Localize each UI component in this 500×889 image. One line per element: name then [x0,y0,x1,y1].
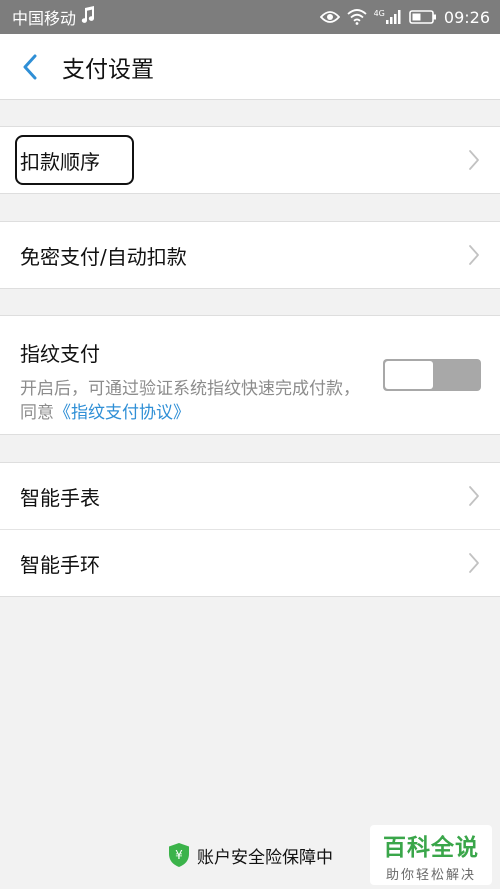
section-fingerprint: 指纹支付 开启后，可通过验证系统指纹快速完成付款，同意《指纹支付协议》 [0,315,500,435]
fingerprint-agreement-link[interactable]: 《指纹支付协议》 [54,403,190,423]
smart-watch-row[interactable]: 智能手表 [0,463,500,529]
chevron-right-icon [469,245,479,265]
music-note-icon [80,6,96,28]
back-arrow-icon [23,54,37,79]
deduction-order-row[interactable]: 扣款顺序 [0,127,500,193]
signal-icon: 4G [374,10,402,24]
watermark-subtitle: 助你轻松解决 [385,867,476,883]
chevron-right-icon [469,553,479,573]
page-title: 支付设置 [62,56,154,83]
section-wearables: 智能手表 智能手环 [0,462,500,597]
chevron-right-icon [469,486,479,506]
fingerprint-row: 指纹支付 开启后，可通过验证系统指纹快速完成付款，同意《指纹支付协议》 [0,316,500,434]
smart-band-label: 智能手环 [20,552,100,577]
eye-icon [319,10,340,24]
smart-watch-label: 智能手表 [20,485,100,510]
section-password-free: 免密支付/自动扣款 [0,221,500,289]
status-right: 4G 09:26 [319,7,490,27]
watermark-title: 百科全说 [383,834,479,861]
clock: 09:26 [443,7,490,27]
password-free-label: 免密支付/自动扣款 [20,244,187,269]
insurance-text: 账户安全险保障中 [197,847,333,868]
password-free-row[interactable]: 免密支付/自动扣款 [0,222,500,288]
toggle-knob [385,361,433,389]
back-button[interactable] [0,34,60,100]
highlight-box [15,135,134,185]
smart-band-row[interactable]: 智能手环 [0,530,500,596]
carrier-name: 中国移动 [12,9,77,28]
fingerprint-toggle[interactable] [383,359,481,391]
shield-icon: ¥ [169,843,189,867]
svg-text:¥: ¥ [175,848,183,862]
watermark-logo: 百科全说 助你轻松解决 [370,825,492,885]
fingerprint-description: 开启后，可通过验证系统指纹快速完成付款，同意《指纹支付协议》 [20,377,365,425]
status-bar: 中国移动 4G 09:26 [0,0,500,34]
wifi-icon [346,9,367,25]
chevron-right-icon [469,150,479,170]
battery-icon [409,10,437,24]
status-left: 中国移动 [12,5,96,29]
network-type: 4G [373,9,385,18]
section-deduction-order: 扣款顺序 [0,126,500,194]
header-bar: 支付设置 [0,34,500,100]
